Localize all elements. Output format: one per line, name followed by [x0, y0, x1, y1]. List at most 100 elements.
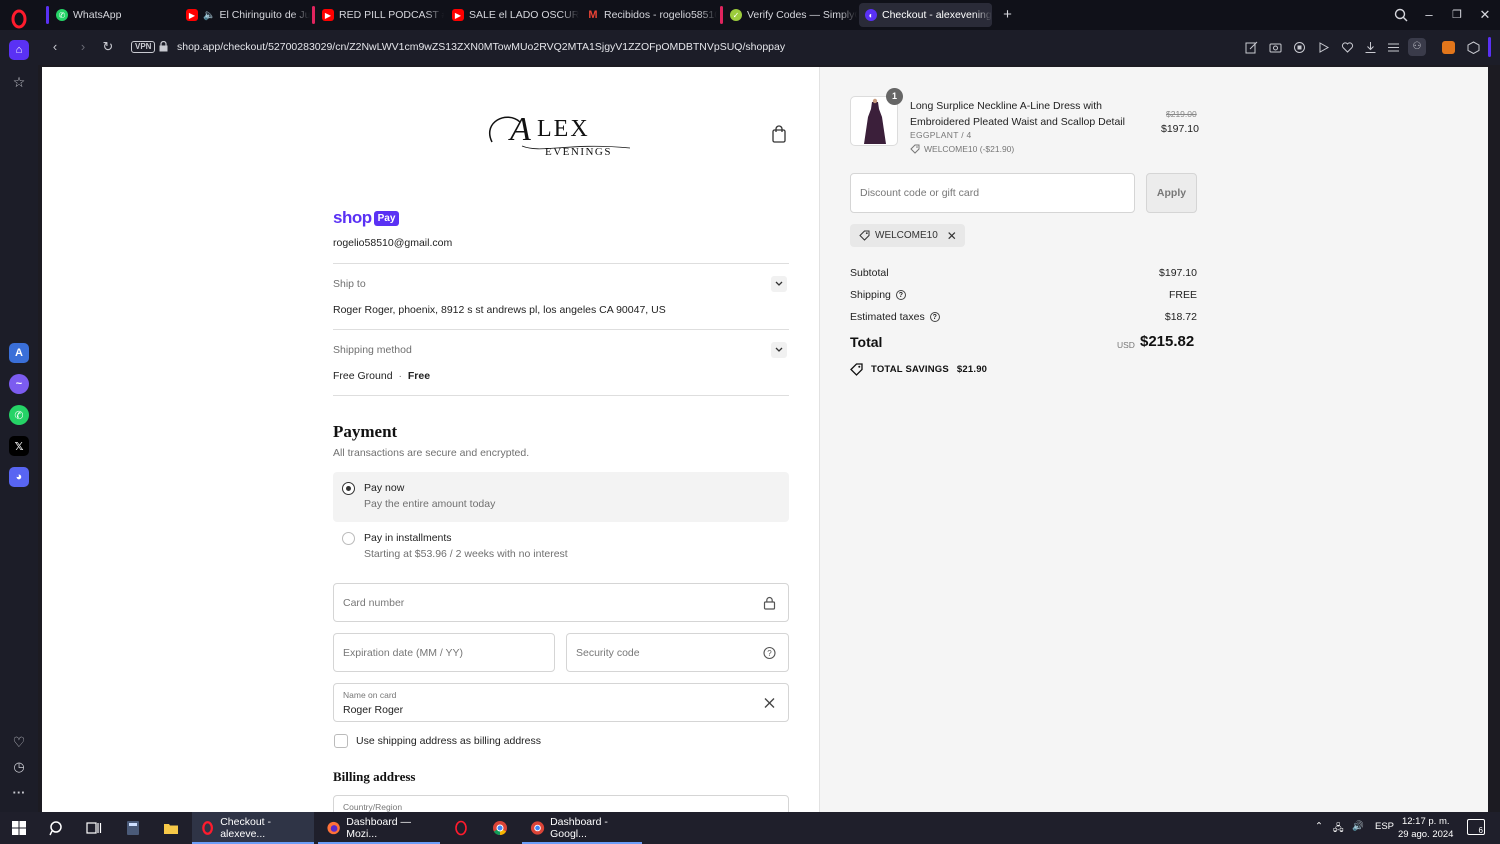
country-label: Country/Region — [343, 802, 403, 812]
country-field[interactable]: Country/Region — [333, 795, 789, 812]
browser-tab-bar: ✆ WhatsApp ▶ 🔈 El Chiringuito de Jugo ▶ … — [0, 0, 1500, 30]
calculator-icon[interactable] — [125, 820, 141, 836]
name-on-card-field[interactable]: Name on card Roger Roger — [333, 683, 789, 722]
camera-icon[interactable] — [1269, 41, 1282, 54]
tab-youtube-1[interactable]: ▶ 🔈 El Chiringuito de Jugo — [180, 3, 310, 27]
heart-icon[interactable]: ♡ — [9, 732, 29, 752]
card-number-field[interactable] — [333, 583, 789, 622]
play-icon[interactable] — [1317, 41, 1330, 54]
billing-same-checkbox[interactable] — [334, 734, 348, 748]
volume-icon[interactable]: 🔊 — [1352, 821, 1364, 832]
tab-whatsapp[interactable]: ✆ WhatsApp — [46, 3, 178, 27]
total-label: Total — [850, 334, 883, 350]
opera-logo-icon[interactable] — [8, 8, 30, 30]
lock-icon[interactable] — [159, 41, 168, 52]
restore-icon[interactable]: ❐ — [1449, 7, 1465, 23]
discord-icon[interactable]: ◕ — [9, 467, 29, 487]
taxes-info-icon[interactable]: ? — [929, 312, 940, 322]
ship-to-chevron-down-icon[interactable] — [771, 276, 787, 292]
help-circle-icon[interactable]: ? — [763, 646, 776, 660]
task-view-icon[interactable] — [86, 820, 102, 836]
history-clock-icon[interactable]: ◷ — [9, 757, 29, 777]
network-icon[interactable]: 🖧 — [1333, 821, 1344, 837]
original-price: $219.00 — [1166, 109, 1197, 119]
windows-start-icon[interactable] — [11, 820, 27, 836]
shipping-row: Shipping ? FREE — [850, 289, 1197, 305]
sidebar-accent-bar — [1488, 37, 1491, 57]
discount-code-field[interactable] — [850, 173, 1135, 213]
security-code-field[interactable]: ? — [566, 633, 789, 672]
menu-lines-icon[interactable] — [1387, 41, 1400, 54]
profile-icon[interactable]: ⚇ — [1408, 38, 1426, 56]
url-field[interactable]: shop.app/checkout/52700283029/cn/Z2NwLWV… — [177, 41, 785, 53]
tab-youtube-2[interactable]: ▶ RED PILL PODCAST #37 | T — [312, 3, 444, 27]
divider — [333, 263, 789, 264]
shipping-method-price: Free — [407, 370, 431, 382]
star-icon[interactable]: ☆ — [9, 72, 29, 92]
shipping-info-icon[interactable]: ? — [895, 290, 906, 300]
expiry-field[interactable] — [333, 633, 555, 672]
tab-gmail[interactable]: M Recibidos - rogelio58510 — [581, 3, 717, 27]
savings-label: TOTAL SAVINGS — [871, 364, 949, 375]
card-number-input[interactable] — [343, 584, 757, 621]
language-indicator[interactable]: ESP — [1375, 821, 1394, 832]
checkout-page: A LEX EVENINGS shop Pay rogelio58510@gma… — [42, 67, 1488, 812]
shipping-method-chevron-down-icon[interactable] — [771, 342, 787, 358]
metamask-fox-icon[interactable] — [1442, 41, 1455, 54]
billing-same-label[interactable]: Use shipping address as billing address — [356, 735, 541, 747]
pay-now-radio[interactable] — [342, 482, 355, 495]
tab-youtube-3[interactable]: ▶ SALE el LADO OSCURO de — [446, 3, 579, 27]
x-twitter-icon[interactable]: 𝕏 — [9, 436, 29, 456]
forward-icon[interactable]: › — [76, 40, 90, 54]
pay-now-option[interactable]: Pay now Pay the entire amount today — [333, 472, 789, 522]
clear-x-icon[interactable] — [763, 696, 776, 710]
shopping-bag-icon[interactable] — [771, 125, 787, 143]
search-icon[interactable] — [49, 820, 65, 836]
apply-discount-button[interactable]: Apply — [1146, 173, 1197, 213]
address-bar: ‹ › ↻ VPN shop.app/checkout/52700283029/… — [38, 30, 1500, 65]
close-window-icon[interactable]: ✕ — [1477, 7, 1493, 23]
taskbar-app-firefox[interactable]: Dashboard — Mozi... — [318, 812, 440, 844]
system-clock[interactable]: 12:17 p. m. 29 ago. 2024 — [1398, 815, 1453, 841]
pay-installments-radio[interactable] — [342, 532, 355, 545]
speaker-icon[interactable]: 🔈 — [203, 10, 215, 21]
back-icon[interactable]: ‹ — [48, 40, 62, 54]
product-variant: EGGPLANT / 4 — [910, 130, 972, 140]
tab-verify-codes[interactable]: ✓ Verify Codes — SimplyCo — [720, 3, 857, 27]
remove-discount-x-icon[interactable]: ✕ — [947, 229, 957, 243]
svg-text:LEX: LEX — [537, 116, 590, 142]
notifications-icon[interactable]: 6 — [1467, 819, 1485, 835]
edit-page-icon[interactable] — [1245, 41, 1258, 54]
reload-icon[interactable]: ↻ — [101, 40, 115, 54]
chrome-icon[interactable] — [492, 820, 508, 836]
messenger-icon[interactable]: ~ — [9, 374, 29, 394]
new-tab-plus-icon[interactable]: + — [1001, 7, 1014, 22]
file-explorer-icon[interactable] — [163, 820, 179, 836]
youtube-icon: ▶ — [452, 9, 464, 21]
taskbar-app-opera[interactable]: Checkout - alexeve... — [192, 812, 314, 844]
search-tabs-icon[interactable] — [1393, 7, 1409, 23]
tray-chevron-up-icon[interactable]: ⌃ — [1315, 821, 1323, 832]
whatsapp-icon[interactable]: ✆ — [9, 405, 29, 425]
security-code-input[interactable] — [576, 634, 757, 671]
adblock-shield-icon[interactable] — [1293, 41, 1306, 54]
tab-checkout[interactable]: ◐ Checkout - alexevenings.c — [859, 3, 992, 27]
tab-indicator — [312, 6, 315, 24]
alex-evenings-logo[interactable]: A LEX EVENINGS — [482, 102, 642, 162]
discount-code-input[interactable] — [860, 174, 1120, 212]
pay-in-installments-option[interactable]: Pay in installments Starting at $53.96 /… — [333, 522, 789, 572]
opera-gx-icon[interactable] — [453, 820, 469, 836]
extensions-cube-icon[interactable] — [1467, 41, 1480, 54]
name-on-card-value[interactable]: Roger Roger — [343, 704, 403, 716]
heart-icon[interactable] — [1341, 41, 1354, 54]
taskbar-app-chrome[interactable]: Dashboard - Googl... — [522, 812, 642, 844]
minimize-icon[interactable]: – — [1421, 7, 1437, 23]
shipping-label: Shipping — [850, 289, 891, 301]
opera-icon — [202, 821, 214, 835]
aria-icon[interactable]: A — [9, 343, 29, 363]
download-icon[interactable] — [1364, 41, 1377, 54]
more-dots-icon[interactable]: ··· — [9, 782, 29, 802]
home-icon[interactable]: ⌂ — [9, 40, 29, 60]
expiry-input[interactable] — [343, 634, 523, 671]
vpn-badge[interactable]: VPN — [131, 41, 156, 53]
